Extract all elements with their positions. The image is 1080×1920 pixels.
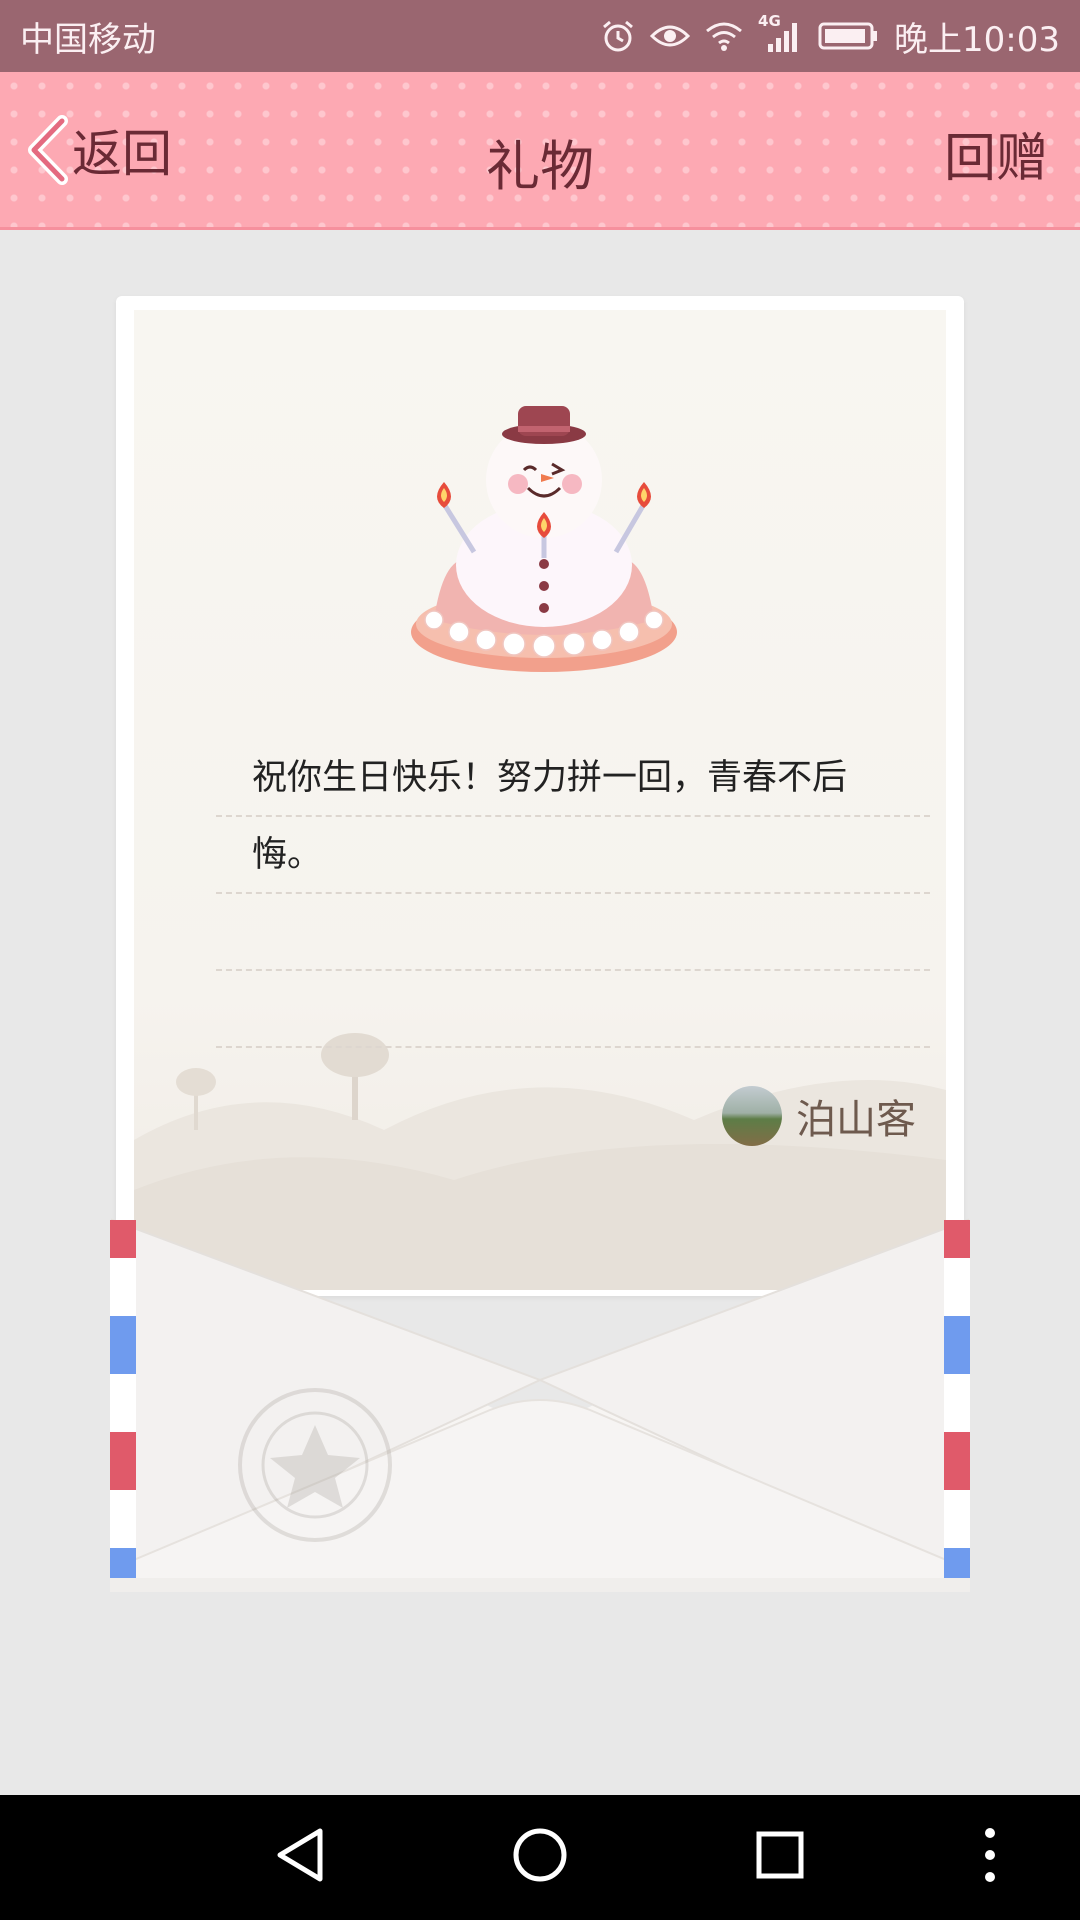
- app-header: 返回 礼物 回赠: [0, 72, 1080, 230]
- letter-paper: 祝你生日快乐！努力拼一回，青春不后 悔。 泊山客: [116, 296, 964, 1296]
- message-lines: 祝你生日快乐！努力拼一回，青春不后 悔。: [216, 740, 930, 1048]
- home-circle-icon[interactable]: [508, 1823, 572, 1887]
- status-bar: 中国移动 4G 晚上10:03: [0, 0, 1080, 72]
- more-dots-icon[interactable]: [975, 1823, 1005, 1887]
- snowman-cake-gift-image: [411, 406, 677, 672]
- clock-label: 晚上10:03: [894, 19, 1060, 60]
- sender[interactable]: 泊山客: [722, 1086, 916, 1146]
- postmark-stamp-icon: [238, 1388, 392, 1542]
- message-line: 祝你生日快乐！努力拼一回，青春不后: [216, 740, 930, 817]
- message-line: [216, 894, 930, 971]
- eye-icon: [650, 25, 691, 47]
- battery-icon: [818, 22, 878, 50]
- message-line: 悔。: [216, 817, 930, 894]
- status-icons: 4G 晚上10:03: [600, 12, 1060, 61]
- reply-gift-button[interactable]: 回赠: [944, 116, 1048, 191]
- back-triangle-icon[interactable]: [272, 1823, 328, 1887]
- sender-avatar[interactable]: [722, 1086, 782, 1146]
- message-line: [216, 971, 930, 1048]
- gift-letter: 祝你生日快乐！努力拼一回，青春不后 悔。 泊山客: [0, 230, 1080, 1795]
- alarm-icon: [603, 20, 633, 52]
- wifi-icon: [706, 22, 742, 51]
- carrier-label: 中国移动: [20, 19, 156, 60]
- system-nav-bar: [0, 1795, 1080, 1920]
- page-title: 礼物: [486, 135, 594, 198]
- airmail-envelope: [110, 1218, 970, 1592]
- letter-paper-inner: 祝你生日快乐！努力拼一回，青春不后 悔。 泊山客: [134, 310, 946, 1290]
- recents-square-icon[interactable]: [750, 1823, 810, 1887]
- sender-name: 泊山客: [796, 1097, 916, 1143]
- signal-icon: 4G: [758, 12, 804, 54]
